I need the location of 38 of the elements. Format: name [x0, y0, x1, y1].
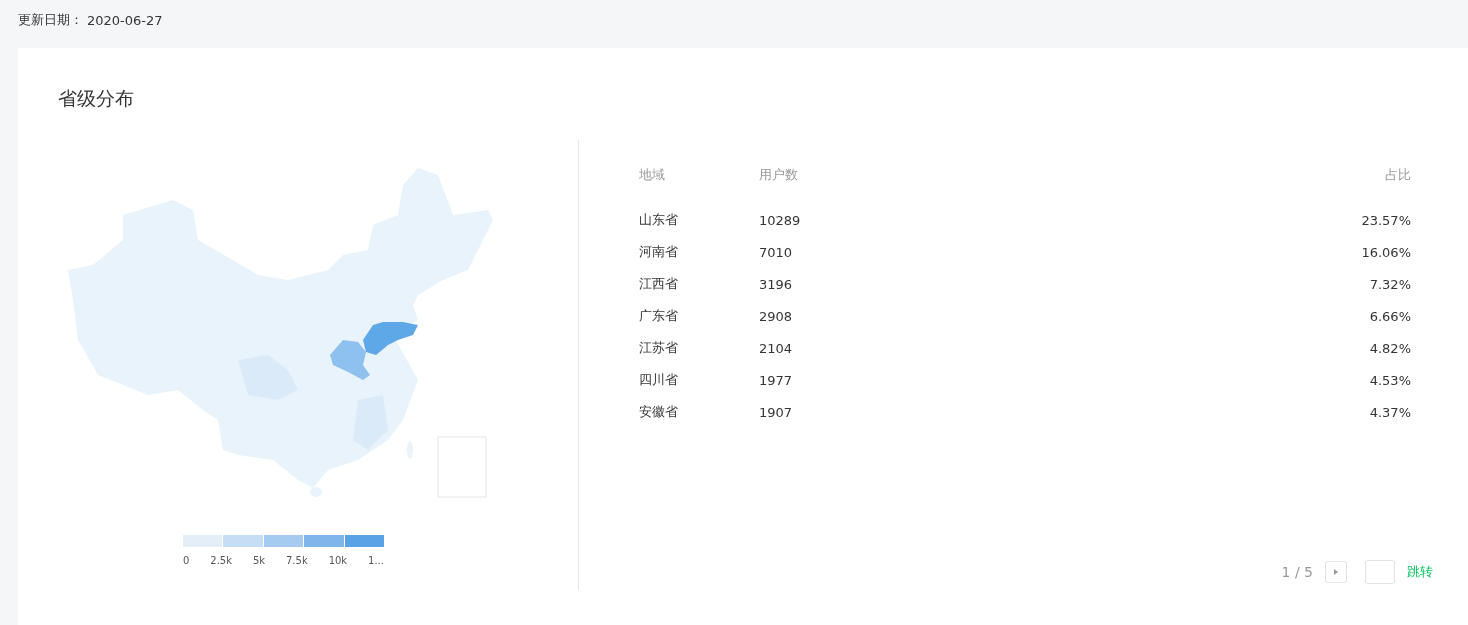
table-cell-text: 7.32% — [1368, 276, 1411, 292]
table-cell-text: 10289 — [759, 212, 802, 228]
table-cell-text: 山东省 — [639, 211, 679, 229]
card-title: 省级分布 — [58, 86, 135, 111]
table-cell-text: 2908 — [759, 308, 794, 324]
update-date: 2020-06-27 — [87, 12, 163, 28]
table-cell-text: 16.06% — [1360, 244, 1411, 260]
column-header: 用户数 — [759, 166, 799, 184]
caret-right-icon — [1333, 568, 1339, 576]
legend-label: 7.5k — [286, 555, 308, 566]
next-page-button[interactable] — [1325, 561, 1347, 583]
column-header: 地域 — [639, 166, 666, 184]
update-label: 更新日期： — [18, 11, 83, 29]
legend-label: 1... — [368, 555, 384, 566]
table-cell-text: 安徽省 — [639, 403, 679, 421]
table-cell-text: 江苏省 — [639, 339, 679, 357]
table-cell-text: 3196 — [759, 276, 794, 292]
table-cell-text: 6.66% — [1368, 308, 1411, 324]
column-header: 占比 — [1384, 166, 1411, 184]
table-cell-text: 江西省 — [639, 275, 679, 293]
jump-link[interactable]: 跳转 — [1407, 563, 1433, 581]
legend-label: 0 — [183, 555, 190, 566]
table-cell-text: 2104 — [759, 340, 794, 356]
table-cell-text: 4.53% — [1368, 372, 1411, 388]
page-indicator: 1 / 5 — [1281, 564, 1313, 580]
table-cell-text: 河南省 — [639, 243, 679, 261]
legend-label: 5k — [252, 555, 266, 566]
table-cell-text: 7010 — [759, 244, 794, 260]
table-cell-text: 广东省 — [639, 307, 679, 325]
table-cell-text: 四川省 — [639, 371, 679, 389]
page-input[interactable] — [1365, 560, 1395, 584]
table-cell-text: 1977 — [759, 372, 794, 388]
table-cell-text: 23.57% — [1360, 212, 1411, 228]
legend-label: 2.5k — [210, 555, 232, 566]
legend-label: 10k — [328, 555, 348, 566]
table-cell-text: 4.82% — [1368, 340, 1411, 356]
table-cell-text: 1907 — [759, 404, 794, 420]
table-cell-text: 4.37% — [1368, 404, 1411, 420]
